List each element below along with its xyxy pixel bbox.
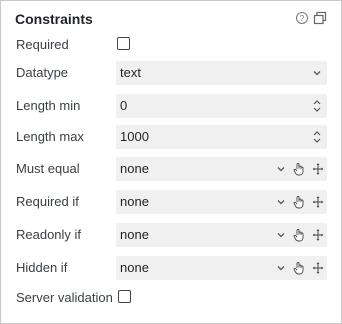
required-label: Required [16,37,69,52]
required-if-select[interactable]: none [116,190,327,214]
row-required-if: Required if none [1,190,341,214]
chevron-down-icon [276,164,286,174]
length-min-value: 0 [120,98,128,113]
svg-text:?: ? [300,14,305,23]
length-max-value: 1000 [120,129,149,144]
chevron-down-icon [276,230,286,240]
must-equal-label: Must equal [16,161,80,176]
row-required: Required [1,33,341,57]
hand-pointer-icon[interactable] [293,195,305,209]
hidden-if-label: Hidden if [16,260,68,275]
up-down-stepper-icon[interactable] [312,98,322,114]
must-equal-select[interactable]: none [116,157,327,181]
required-checkbox[interactable] [117,37,130,50]
length-max-input[interactable]: 1000 [116,125,327,149]
constraints-panel: Constraints ? Required Datatype text Len… [0,0,342,324]
server-validation-label: Server validation [16,290,113,305]
chevron-down-icon [312,68,322,78]
hidden-if-select[interactable]: none [116,256,327,280]
row-hidden-if: Hidden if none [1,256,341,280]
length-min-input[interactable]: 0 [116,94,327,118]
chevron-down-icon [276,263,286,273]
chevron-down-icon [276,197,286,207]
length-min-label: Length min [16,98,81,113]
required-if-label: Required if [16,194,79,209]
hand-pointer-icon[interactable] [293,261,305,275]
help-circle-icon[interactable]: ? [295,11,309,25]
row-datatype: Datatype text [1,61,341,85]
datatype-label: Datatype [16,65,69,80]
server-validation-checkbox[interactable] [118,290,131,303]
row-must-equal: Must equal none [1,157,341,181]
panel-title: Constraints [15,11,93,27]
hand-pointer-icon[interactable] [293,162,305,176]
up-down-stepper-icon[interactable] [312,129,322,145]
move-arrows-icon[interactable] [312,261,324,275]
row-server-validation: Server validation [1,286,341,310]
required-if-value: none [120,194,149,209]
row-readonly-if: Readonly if none [1,223,341,247]
row-length-min: Length min 0 [1,94,341,118]
windows-icon[interactable] [313,11,327,25]
move-arrows-icon[interactable] [312,195,324,209]
hand-pointer-icon[interactable] [293,228,305,242]
hidden-if-value: none [120,260,149,275]
move-arrows-icon[interactable] [312,162,324,176]
length-max-label: Length max [16,129,84,144]
readonly-if-value: none [120,227,149,242]
readonly-if-label: Readonly if [16,227,82,242]
row-length-max: Length max 1000 [1,125,341,149]
datatype-select[interactable]: text [116,61,327,85]
datatype-value: text [120,65,141,80]
move-arrows-icon[interactable] [312,228,324,242]
must-equal-value: none [120,161,149,176]
readonly-if-select[interactable]: none [116,223,327,247]
